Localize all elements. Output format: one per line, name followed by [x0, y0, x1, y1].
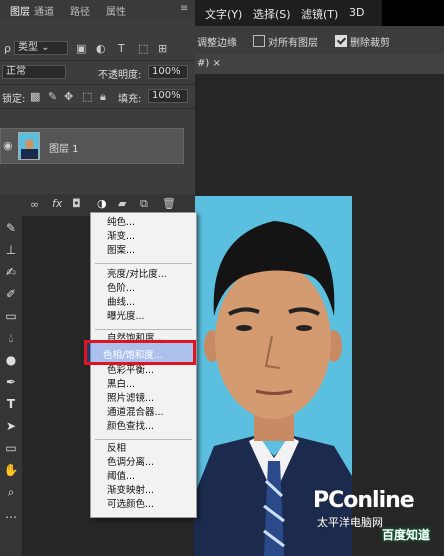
adjustment-layer-menu: 纯色... 渐变... 图案... 亮度/对比度... 色阶... 曲线... … [90, 212, 197, 518]
path-select-icon[interactable]: ➤ [3, 418, 19, 434]
blur-tool-icon[interactable]: 💧︎ [3, 330, 19, 346]
layer-thumbnail [18, 132, 40, 160]
shape-filter-icon[interactable]: ⬚ [138, 42, 148, 55]
lock-row: 锁定: ▩ ✎ ✥ ⬚ 🔒︎ 填充: 100% [0, 86, 195, 109]
brush-tool-icon[interactable]: ✎ [3, 220, 19, 236]
menu-item-selective-color[interactable]: 可选颜色... [107, 499, 154, 511]
panel-menu-icon[interactable]: ≡ [180, 3, 188, 14]
tab-paths[interactable]: 路径 [70, 3, 90, 18]
smart-filter-icon[interactable]: ⊞ [158, 42, 167, 55]
rectangle-tool-icon[interactable]: ▭ [3, 440, 19, 456]
menu-item-solid-color[interactable]: 纯色... [107, 217, 135, 229]
type-tool-icon[interactable]: T [3, 396, 19, 412]
checkbox-icon[interactable] [253, 35, 265, 47]
history-brush-icon[interactable]: ✍ [3, 264, 19, 280]
type-filter-icon[interactable]: T [118, 42, 125, 55]
option-all-layers-label: 对所有图层 [268, 38, 318, 49]
dodge-tool-icon[interactable]: ● [3, 352, 19, 368]
menu-item-brightness-contrast[interactable]: 亮度/对比度... [107, 269, 167, 281]
menu-separator [95, 263, 192, 264]
menu-select[interactable]: 选择(S) [253, 6, 291, 22]
eraser-tool-icon[interactable]: ✐ [3, 286, 19, 302]
tools-panel: ✎ ⊥ ✍ ✐ ▭ 💧︎ ● ✒ T ➤ ▭ ✋ ⌕ … [0, 216, 22, 556]
checkbox-checked-icon[interactable] [335, 35, 347, 47]
adjustment-layer-icon[interactable]: ◑ [97, 197, 107, 210]
fx-icon[interactable]: fx [52, 197, 62, 210]
search-icon: ρ [4, 42, 11, 55]
layer-name[interactable]: 图层 1 [49, 140, 79, 155]
watermark-baidu: 百度知道 [382, 528, 431, 542]
trash-icon[interactable]: 🗑︎ [162, 197, 176, 210]
menu-item-threshold[interactable]: 阈值... [107, 471, 135, 483]
tab-properties[interactable]: 属性 [106, 3, 126, 18]
fill-input[interactable]: 100% [148, 89, 188, 103]
option-delete-crop[interactable]: 删除裁剪 [335, 34, 390, 49]
menu-item-black-white[interactable]: 黑白... [107, 379, 135, 391]
menu-filter[interactable]: 滤镜(T) [301, 6, 338, 22]
lock-label: 锁定: [2, 94, 26, 105]
mask-icon[interactable]: ◘ [72, 197, 81, 210]
menu-item-hue-saturation[interactable]: 色相/饱和度... [84, 340, 196, 365]
menu-separator [95, 329, 192, 330]
document-tab-label: #) × [197, 58, 221, 69]
filter-select[interactable]: 类型 ⌄ [14, 41, 68, 55]
opacity-label: 不透明度: [98, 70, 142, 81]
blend-mode-select[interactable]: 正常 [2, 65, 66, 79]
zoom-tool-icon[interactable]: ⌕ [3, 484, 19, 500]
opacity-input[interactable]: 100% [148, 65, 188, 79]
lock-artboard-icon[interactable]: ⬚ [82, 90, 92, 103]
menu-item-photo-filter[interactable]: 照片滤镜... [107, 393, 154, 405]
fill-label: 填充: [118, 94, 142, 105]
menu-item-posterize[interactable]: 色调分离... [107, 457, 154, 469]
pen-tool-icon[interactable]: ✒ [3, 374, 19, 390]
menu-separator [95, 439, 192, 440]
lock-paint-icon[interactable]: ✎ [48, 90, 57, 103]
more-tools-icon[interactable]: … [3, 506, 19, 522]
filter-label: 类型 [18, 42, 38, 53]
gradient-tool-icon[interactable]: ▭ [3, 308, 19, 324]
menu-type[interactable]: 文字(Y) [205, 6, 242, 22]
option-delete-crop-label: 删除裁剪 [350, 38, 390, 49]
visibility-eye-icon[interactable]: ◉ [3, 139, 13, 152]
filter-row: ρ 类型 ⌄ ▣ ◐ T ⬚ ⊞ [0, 38, 195, 61]
clone-stamp-icon[interactable]: ⊥ [3, 242, 19, 258]
option-refine[interactable]: 调整边缘 [197, 34, 237, 49]
menu-item-levels[interactable]: 色阶... [107, 283, 135, 295]
menu-3d[interactable]: 3D [349, 6, 364, 19]
layer-row[interactable]: ◉ 图层 1 [0, 128, 184, 164]
menu-item-pattern[interactable]: 图案... [107, 245, 135, 257]
menu-item-exposure[interactable]: 曝光度... [107, 311, 145, 323]
hand-tool-icon[interactable]: ✋ [3, 462, 19, 478]
menu-item-invert[interactable]: 反相 [107, 443, 126, 455]
blend-row: 正常 不透明度: 100% [0, 62, 195, 85]
lock-transparent-icon[interactable]: ▩ [30, 90, 40, 103]
tab-layers[interactable]: 图层 [10, 3, 30, 18]
menu-item-curves[interactable]: 曲线... [107, 297, 135, 309]
document-tab[interactable]: #) × [195, 54, 444, 74]
panel-tabs: 图层 通道 路径 属性 ≡ [0, 0, 195, 21]
group-folder-icon[interactable]: ▰ [118, 197, 126, 210]
watermark-brand: PConline [313, 488, 415, 513]
options-bar: 调整边缘 对所有图层 删除裁剪 [195, 26, 444, 54]
tab-channels[interactable]: 通道 [34, 3, 54, 18]
menu-item-color-balance[interactable]: 色彩平衡... [107, 365, 154, 377]
menu-item-gradient-map[interactable]: 渐变映射... [107, 485, 154, 497]
adjustment-filter-icon[interactable]: ◐ [96, 42, 106, 55]
link-icon[interactable]: ∞ [30, 198, 39, 211]
watermark-cn: 太平洋电脑网 [317, 516, 383, 529]
menu-item-gradient[interactable]: 渐变... [107, 231, 135, 243]
hue-saturation-label: 色相/饱和度... [103, 350, 163, 361]
layers-panel: ρ 类型 ⌄ ▣ ◐ T ⬚ ⊞ 正常 不透明度: 100% 锁定: ▩ ✎ ✥… [0, 20, 195, 216]
option-all-layers[interactable]: 对所有图层 [253, 34, 318, 49]
menu-item-color-lookup[interactable]: 颜色查找... [107, 421, 154, 433]
pixel-filter-icon[interactable]: ▣ [76, 42, 86, 55]
new-layer-icon[interactable]: ⧉ [140, 197, 148, 211]
menu-item-channel-mixer[interactable]: 通道混合器... [107, 407, 164, 419]
lock-move-icon[interactable]: ✥ [64, 90, 73, 103]
lock-all-icon[interactable]: 🔒︎ [100, 90, 106, 104]
